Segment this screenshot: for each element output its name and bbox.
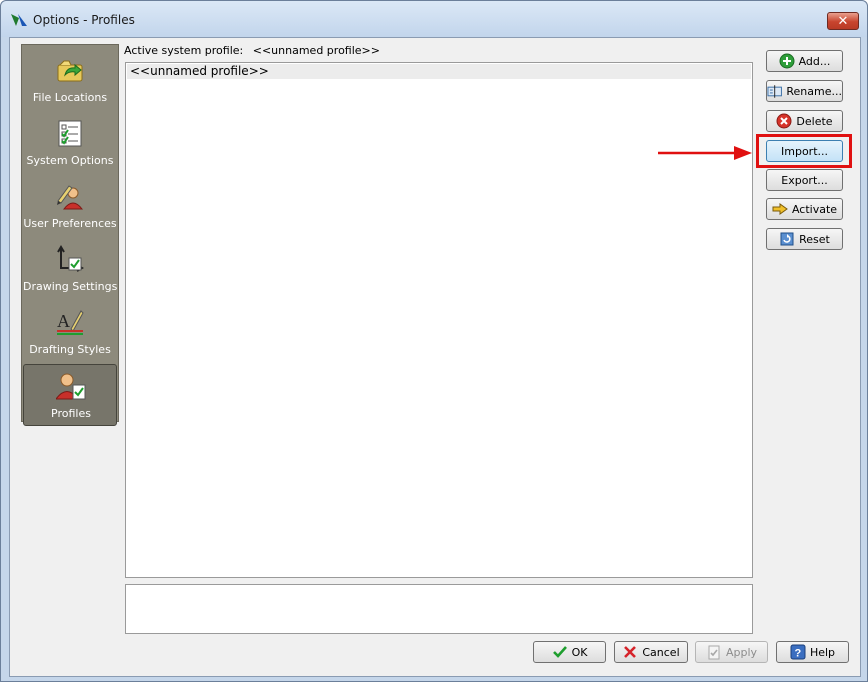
reset-icon [780,232,794,246]
nav-item-drafting-styles[interactable]: A Drafting Styles [23,301,117,363]
apply-button[interactable]: Apply [695,641,768,663]
checkmark-icon [552,646,567,658]
close-icon: ✕ [837,13,849,28]
delete-circle-icon [776,113,792,129]
svg-text:A: A [57,311,70,331]
reset-button-label: Reset [799,232,830,246]
help-button-label: Help [809,645,836,659]
ok-button[interactable]: OK [533,641,606,663]
add-button[interactable]: Add... [766,50,843,72]
folder-arrow-icon [57,60,83,82]
nav-label: System Options [26,154,114,167]
rename-button-label: Rename... [786,84,842,98]
nav-item-drawing-settings[interactable]: Drawing Settings [23,238,117,300]
rename-icon [767,85,782,98]
delete-button-label: Delete [796,114,833,128]
nav-item-file-locations[interactable]: File Locations [23,49,117,111]
help-button[interactable]: ? Help [776,641,849,663]
nav-label: Drafting Styles [29,343,111,356]
drafting-styles-icon: A [57,310,84,335]
cancel-button-label: Cancel [642,645,680,659]
nav-item-profiles[interactable]: Profiles [23,364,117,426]
options-window: Options - Profiles ✕ File Locations Syst… [0,0,868,682]
profile-list[interactable]: <<unnamed profile>> [125,62,753,578]
active-profile-label: Active system profile: [124,44,244,57]
list-item[interactable]: <<unnamed profile>> [127,64,751,79]
svg-text:?: ? [794,648,801,660]
reset-button[interactable]: Reset [766,228,843,250]
options-nav-panel: File Locations System Options User Prefe… [21,44,119,426]
rename-button[interactable]: Rename... [766,80,843,102]
close-button[interactable]: ✕ [827,12,859,30]
cancel-button[interactable]: Cancel [614,641,688,663]
nav-label: Profiles [51,407,91,420]
export-button[interactable]: Export... [766,169,843,191]
window-title: Options - Profiles [33,13,135,27]
nav-item-user-preferences[interactable]: User Preferences [23,175,117,237]
user-profile-icon [56,373,86,400]
annotation-arrow-icon [658,146,752,160]
nav-label: Drawing Settings [23,280,118,293]
apply-icon [708,645,720,660]
apply-button-label: Apply [725,645,758,659]
user-pencil-icon [57,185,84,210]
arrow-right-icon [772,203,788,215]
app-logo-icon [11,14,27,26]
plus-circle-icon [779,53,795,69]
nav-label: File Locations [32,91,108,104]
profile-description-box [125,584,753,634]
activate-button-label: Activate [791,202,838,216]
help-icon: ? [790,644,806,660]
checklist-icon [58,120,82,147]
add-button-label: Add... [798,54,831,68]
active-profile-header: Active system profile: <<unnamed profile… [124,44,380,57]
active-profile-value: <<unnamed profile>> [252,44,380,57]
title-bar[interactable]: Options - Profiles ✕ [1,1,867,37]
ok-button-label: OK [571,645,588,659]
export-button-label: Export... [781,173,828,187]
dialog-client-area: File Locations System Options User Prefe… [9,37,861,677]
activate-button[interactable]: Activate [766,198,843,220]
nav-label: User Preferences [23,217,117,230]
x-mark-icon [624,646,637,658]
import-highlight-box [756,134,852,168]
delete-button[interactable]: Delete [766,110,843,132]
nav-item-system-options[interactable]: System Options [23,112,117,174]
drawing-settings-icon [57,245,84,272]
